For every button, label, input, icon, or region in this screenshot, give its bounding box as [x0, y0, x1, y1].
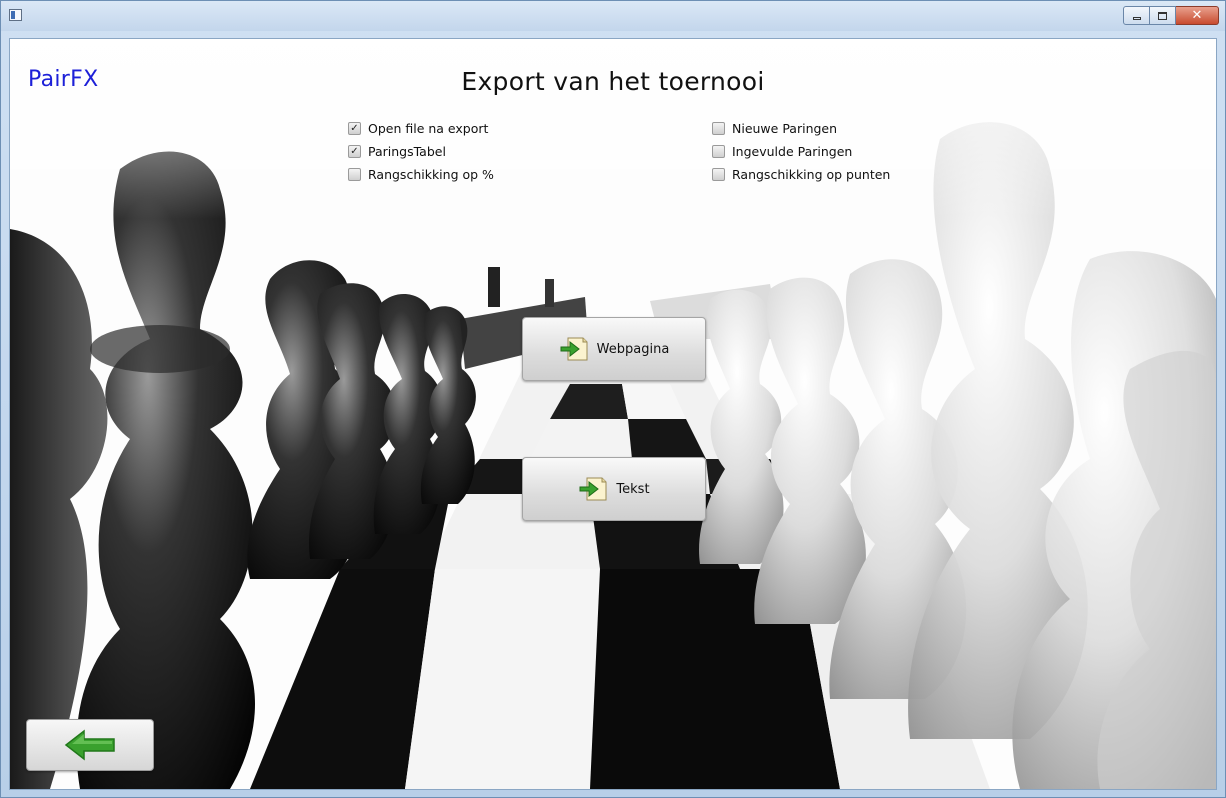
checkbox-checked-icon[interactable]: ✓	[348, 145, 361, 158]
option-open-file-after-export[interactable]: ✓ Open file na export	[348, 117, 494, 140]
option-label: ParingsTabel	[368, 144, 446, 159]
export-webpage-button[interactable]: Webpagina	[522, 317, 706, 381]
option-new-pairings[interactable]: Nieuwe Paringen	[712, 117, 890, 140]
content-area: PairFX Export van het toernooi ✓ Open fi…	[9, 38, 1217, 790]
checkbox-unchecked-icon[interactable]	[712, 145, 725, 158]
export-options-left: ✓ Open file na export ✓ ParingsTabel Ran…	[348, 117, 494, 186]
back-button[interactable]	[26, 719, 154, 771]
option-ranking-points[interactable]: Rangschikking op punten	[712, 163, 890, 186]
back-arrow-icon	[64, 729, 115, 761]
option-label: Nieuwe Paringen	[732, 121, 838, 136]
option-label: Rangschikking op %	[368, 167, 494, 182]
checkbox-checked-icon[interactable]: ✓	[348, 122, 361, 135]
option-filled-pairings[interactable]: Ingevulde Paringen	[712, 140, 890, 163]
option-paringstabel[interactable]: ✓ ParingsTabel	[348, 140, 494, 163]
export-document-icon	[579, 477, 607, 501]
option-label: Ingevulde Paringen	[732, 144, 853, 159]
option-label: Open file na export	[368, 121, 489, 136]
checkbox-unchecked-icon[interactable]	[712, 168, 725, 181]
export-text-label: Tekst	[616, 481, 650, 497]
export-webpage-label: Webpagina	[596, 341, 670, 357]
app-window-icon	[9, 9, 22, 21]
option-ranking-percent[interactable]: Rangschikking op %	[348, 163, 494, 186]
maximize-icon	[1158, 11, 1167, 20]
minimize-icon	[1132, 17, 1141, 20]
chess-background-image	[10, 39, 1216, 789]
maximize-button[interactable]	[1150, 6, 1176, 25]
export-document-icon	[560, 337, 588, 361]
export-options-right: Nieuwe Paringen Ingevulde Paringen Rangs…	[712, 117, 890, 186]
checkbox-unchecked-icon[interactable]	[348, 168, 361, 181]
window-controls: ✕	[1123, 6, 1219, 25]
close-icon: ✕	[1191, 8, 1203, 23]
checkbox-unchecked-icon[interactable]	[712, 122, 725, 135]
page-title: Export van het toernooi	[461, 67, 765, 96]
minimize-button[interactable]	[1123, 6, 1150, 25]
title-bar[interactable]: ✕	[1, 1, 1225, 31]
export-text-button[interactable]: Tekst	[522, 457, 706, 521]
option-label: Rangschikking op punten	[732, 167, 891, 182]
close-button[interactable]: ✕	[1176, 6, 1219, 25]
app-window: ✕ PairFX Export van het toernooi ✓ Open …	[0, 0, 1226, 798]
